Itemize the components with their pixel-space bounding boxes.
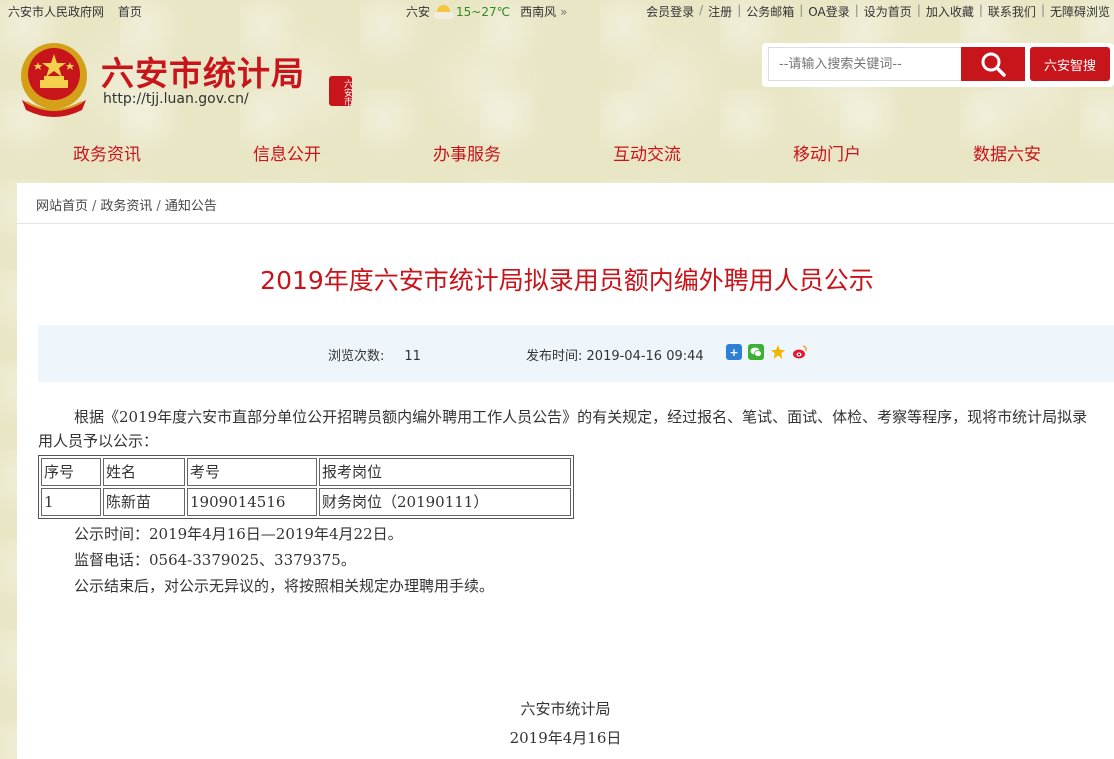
- supervision-phone: 监督电话：0564-3379025、3379375。: [74, 551, 356, 569]
- seal-stamp: 六安市: [329, 76, 352, 106]
- intro-paragraph: 根据《2019年度六安市直部分单位公开招聘员额内编外聘用工作人员公告》的有关规定…: [38, 408, 1088, 450]
- notice-period: 公示时间：2019年4月16日—2019年4月22日。: [74, 525, 403, 543]
- nav-item-disclosure[interactable]: 信息公开: [227, 140, 347, 165]
- publish-date: 发布时间: 2019-04-16 09:44: [526, 345, 704, 364]
- search-box: 六安智搜: [762, 43, 1114, 87]
- oa-login-link[interactable]: OA登录: [808, 3, 849, 20]
- article-title: 2019年度六安市统计局拟录用员额内编外聘用人员公示: [260, 266, 874, 295]
- table-header: 序号: [41, 458, 101, 486]
- article-meta: 浏览次数: 11 发布时间: 2019-04-16 09:44 +: [38, 325, 1114, 382]
- article-body: 根据《2019年度六安市直部分单位公开招聘员额内编外聘用工作人员公告》的有关规定…: [38, 405, 1088, 599]
- nav-item-data[interactable]: 数据六安: [947, 140, 1067, 165]
- qzone-star-icon[interactable]: [770, 344, 786, 360]
- nav-item-news[interactable]: 政务资讯: [47, 140, 167, 165]
- share-buttons: +: [726, 344, 814, 360]
- table-row: 1 陈新苗 1909014516 财务岗位（20190111）: [41, 488, 571, 516]
- signature-date: 2019年4月16日: [509, 729, 622, 747]
- table-cell: 财务岗位（20190111）: [319, 488, 571, 516]
- table-cell: 1909014516: [187, 488, 317, 516]
- signature-block: 六安市统计局 2019年4月16日: [17, 695, 1114, 753]
- breadcrumb: 网站首页 / 政务资讯 / 通知公告: [17, 183, 1114, 224]
- signature-org: 六安市统计局: [520, 700, 611, 718]
- search-icon: [981, 52, 1006, 77]
- nav-item-mobile[interactable]: 移动门户: [767, 140, 887, 165]
- search-button[interactable]: [961, 47, 1025, 81]
- breadcrumb-news[interactable]: 政务资讯: [100, 199, 152, 214]
- view-count-label: 浏览次数:: [328, 349, 385, 364]
- site-title[interactable]: 六安市统计局: [101, 47, 305, 95]
- search-input[interactable]: [768, 47, 963, 81]
- weather-widget: 六安 15~27℃ 西南风 »: [406, 3, 567, 20]
- table-header-row: 序号 姓名 考号 报考岗位: [41, 458, 571, 486]
- weather-city: 六安: [406, 5, 431, 19]
- top-right-links: 会员登录 / 注册 | 公务邮箱 | OA登录 | 设为首页 | 加入收藏 | …: [646, 3, 1110, 20]
- national-emblem-icon: [21, 43, 87, 117]
- contact-us-link[interactable]: 联系我们: [988, 3, 1036, 20]
- view-count: 浏览次数: 11: [328, 345, 421, 364]
- table-header: 姓名: [103, 458, 185, 486]
- register-link[interactable]: 注册: [708, 3, 732, 20]
- publish-date-label: 发布时间:: [526, 349, 583, 364]
- weibo-icon[interactable]: [792, 344, 808, 360]
- site-url: http://tjj.luan.gov.cn/: [103, 91, 249, 107]
- breadcrumb-notices[interactable]: 通知公告: [165, 199, 217, 214]
- candidate-table: 序号 姓名 考号 报考岗位 1 陈新苗 1909014516 财务岗位（2019…: [38, 455, 574, 519]
- member-login-link[interactable]: 会员登录: [646, 3, 694, 20]
- table-cell: 1: [41, 488, 101, 516]
- accessibility-link[interactable]: 无障碍浏览: [1050, 3, 1110, 20]
- weather-wind: 西南风: [520, 5, 557, 19]
- table-header: 考号: [187, 458, 317, 486]
- closing-note: 公示结束后，对公示无异议的，将按照相关规定办理聘用手续。: [74, 577, 495, 595]
- main-nav: 政务资讯 信息公开 办事服务 互动交流 移动门户 数据六安: [0, 140, 1114, 170]
- weather-temperature: 15~27℃: [456, 4, 511, 19]
- breadcrumb-home[interactable]: 网站首页: [36, 199, 88, 214]
- weather-more-icon[interactable]: »: [560, 5, 567, 19]
- share-plus-icon[interactable]: +: [726, 344, 742, 360]
- publish-date-value: 2019-04-16 09:44: [586, 349, 704, 364]
- partly-cloudy-icon: [434, 4, 455, 19]
- top-left-links: 六安市人民政府网 首页: [8, 3, 152, 20]
- gov-portal-link[interactable]: 六安市人民政府网: [8, 5, 104, 19]
- add-favorite-link[interactable]: 加入收藏: [926, 3, 974, 20]
- top-bar: 六安市人民政府网 首页 六安 15~27℃ 西南风 » 会员登录 / 注册 | …: [0, 0, 1114, 22]
- official-mail-link[interactable]: 公务邮箱: [746, 3, 794, 20]
- table-header: 报考岗位: [319, 458, 571, 486]
- view-count-value: 11: [404, 349, 421, 364]
- smart-search-button[interactable]: 六安智搜: [1030, 47, 1110, 81]
- table-cell: 陈新苗: [103, 488, 185, 516]
- set-homepage-link[interactable]: 设为首页: [864, 3, 912, 20]
- content-panel: 网站首页 / 政务资讯 / 通知公告 2019年度六安市统计局拟录用员额内编外聘用人员公…: [17, 183, 1114, 759]
- wechat-icon[interactable]: [748, 344, 764, 360]
- home-link[interactable]: 首页: [118, 5, 142, 19]
- nav-item-interaction[interactable]: 互动交流: [587, 140, 707, 165]
- nav-item-services[interactable]: 办事服务: [407, 140, 527, 165]
